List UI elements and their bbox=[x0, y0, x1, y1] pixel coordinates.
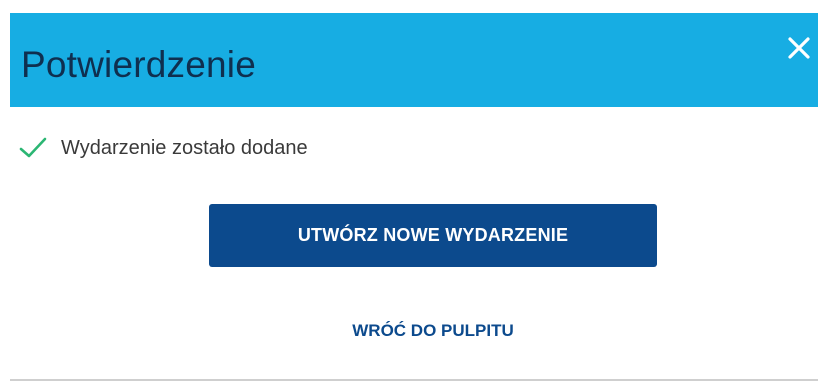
success-message-text: Wydarzenie zostało dodane bbox=[61, 136, 308, 159]
dialog-title: Potwierdzenie bbox=[21, 44, 257, 85]
confirmation-dialog: Potwierdzenie Wydarzenie zostało dodane … bbox=[0, 0, 818, 381]
check-icon bbox=[19, 137, 47, 158]
success-message: Wydarzenie zostało dodane bbox=[19, 134, 308, 162]
create-new-event-button[interactable]: UTWÓRZ NOWE WYDARZENIE bbox=[209, 204, 657, 267]
back-to-dashboard-link[interactable]: WRÓĆ DO PULPITU bbox=[209, 316, 657, 346]
close-icon[interactable] bbox=[786, 35, 812, 61]
dialog-header: Potwierdzenie bbox=[10, 13, 818, 107]
